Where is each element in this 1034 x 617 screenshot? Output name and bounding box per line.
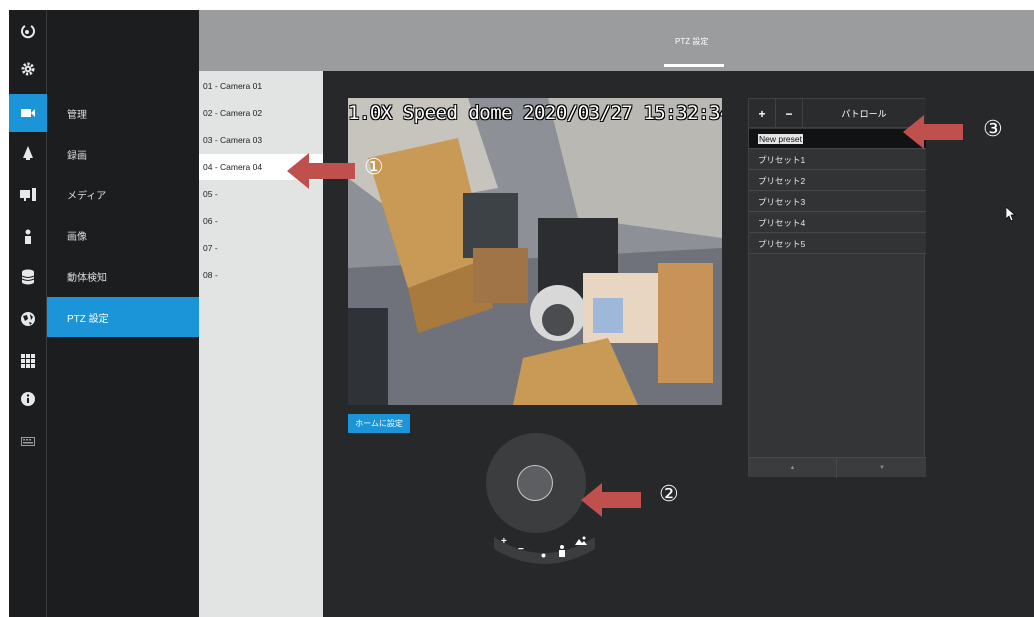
preset-item-4[interactable]: プリセット4: [749, 213, 926, 233]
ptz-joystick-knob[interactable]: [517, 465, 553, 501]
menu-item-recording[interactable]: 録画: [47, 134, 199, 174]
preset-panel-footer: ▲ ▼: [749, 457, 926, 478]
person-icon[interactable]: [9, 218, 47, 256]
keyboard-icon[interactable]: [9, 422, 47, 460]
remove-preset-button[interactable]: −: [776, 99, 803, 128]
add-preset-button[interactable]: +: [749, 99, 776, 128]
bell-icon[interactable]: [9, 134, 47, 172]
info-icon[interactable]: [9, 380, 47, 418]
gear-icon[interactable]: [9, 50, 47, 88]
menu-item-management[interactable]: 管理: [47, 93, 199, 133]
annotation-callout-3: ③: [983, 117, 1003, 142]
annotation-callout-1: ①: [364, 155, 384, 180]
database-icon[interactable]: [9, 258, 47, 296]
mouse-cursor-icon: [1006, 207, 1016, 222]
annotation-arrow-2: [581, 483, 641, 517]
annotation-arrow-3: [903, 115, 963, 149]
move-preset-down-button[interactable]: ▼: [838, 458, 926, 478]
preset-panel: + − パトロール New preset プリセット1 プリセット2 プリセット…: [748, 98, 926, 478]
active-tab-indicator: [664, 64, 724, 67]
focus-dot-icon[interactable]: [541, 550, 546, 561]
set-home-button[interactable]: ホームに設定: [348, 414, 410, 433]
ptz-control-bar: + −: [492, 533, 597, 567]
monitor-icon[interactable]: [9, 176, 47, 214]
camera-feed-image: [348, 98, 722, 405]
ptz-main-panel: 1.0X Speed dome 2020/03/27 15:32:34 ホームに…: [287, 71, 1034, 617]
camera-item-08[interactable]: 08 -: [199, 262, 323, 288]
grid-icon[interactable]: [9, 342, 47, 380]
globe-icon[interactable]: [9, 300, 47, 338]
app-window: 管理 録画 メディア 画像 動体検知 PTZ 設定 PTZ 設定 01 - Ca…: [9, 10, 1034, 617]
landscape-focus-icon[interactable]: [575, 536, 587, 548]
menu-item-ptz-settings[interactable]: PTZ 設定: [47, 297, 199, 337]
tab-ptz-settings[interactable]: PTZ 設定: [675, 36, 708, 47]
preset-item-2[interactable]: プリセット2: [749, 171, 926, 191]
camera-item-01[interactable]: 01 - Camera 01: [199, 73, 323, 99]
preset-item-3[interactable]: プリセット3: [749, 192, 926, 212]
zoom-out-button[interactable]: −: [518, 544, 524, 555]
zoom-in-button[interactable]: +: [501, 536, 507, 547]
preset-item-5[interactable]: プリセット5: [749, 234, 926, 254]
menu-item-motion-detection[interactable]: 動体検知: [47, 256, 199, 296]
camera-item-06[interactable]: 06 -: [199, 208, 323, 234]
live-video-view[interactable]: 1.0X Speed dome 2020/03/27 15:32:34: [348, 98, 722, 405]
preset-item-1[interactable]: プリセット1: [749, 150, 926, 170]
video-osd-text: 1.0X Speed dome 2020/03/27 15:32:34: [348, 102, 722, 124]
logout-icon[interactable]: [9, 12, 47, 50]
camera-item-03[interactable]: 03 - Camera 03: [199, 127, 323, 153]
preset-panel-header: + − パトロール: [749, 99, 926, 128]
menu-item-media[interactable]: メディア: [47, 174, 199, 214]
camera-item-02[interactable]: 02 - Camera 02: [199, 100, 323, 126]
annotation-callout-2: ②: [659, 482, 679, 507]
move-preset-up-button[interactable]: ▲: [749, 458, 837, 478]
camera-item-07[interactable]: 07 -: [199, 235, 323, 261]
page-header: PTZ 設定: [199, 10, 1034, 71]
ptz-joystick[interactable]: [486, 433, 586, 533]
camera-icon[interactable]: [9, 94, 47, 132]
person-focus-icon[interactable]: [558, 545, 566, 560]
annotation-arrow-1: [287, 153, 355, 189]
icon-rail: [9, 10, 47, 617]
preset-name-input[interactable]: New preset: [749, 129, 926, 149]
menu-item-image[interactable]: 画像: [47, 215, 199, 255]
settings-menu: 管理 録画 メディア 画像 動体検知 PTZ 設定: [47, 10, 199, 617]
